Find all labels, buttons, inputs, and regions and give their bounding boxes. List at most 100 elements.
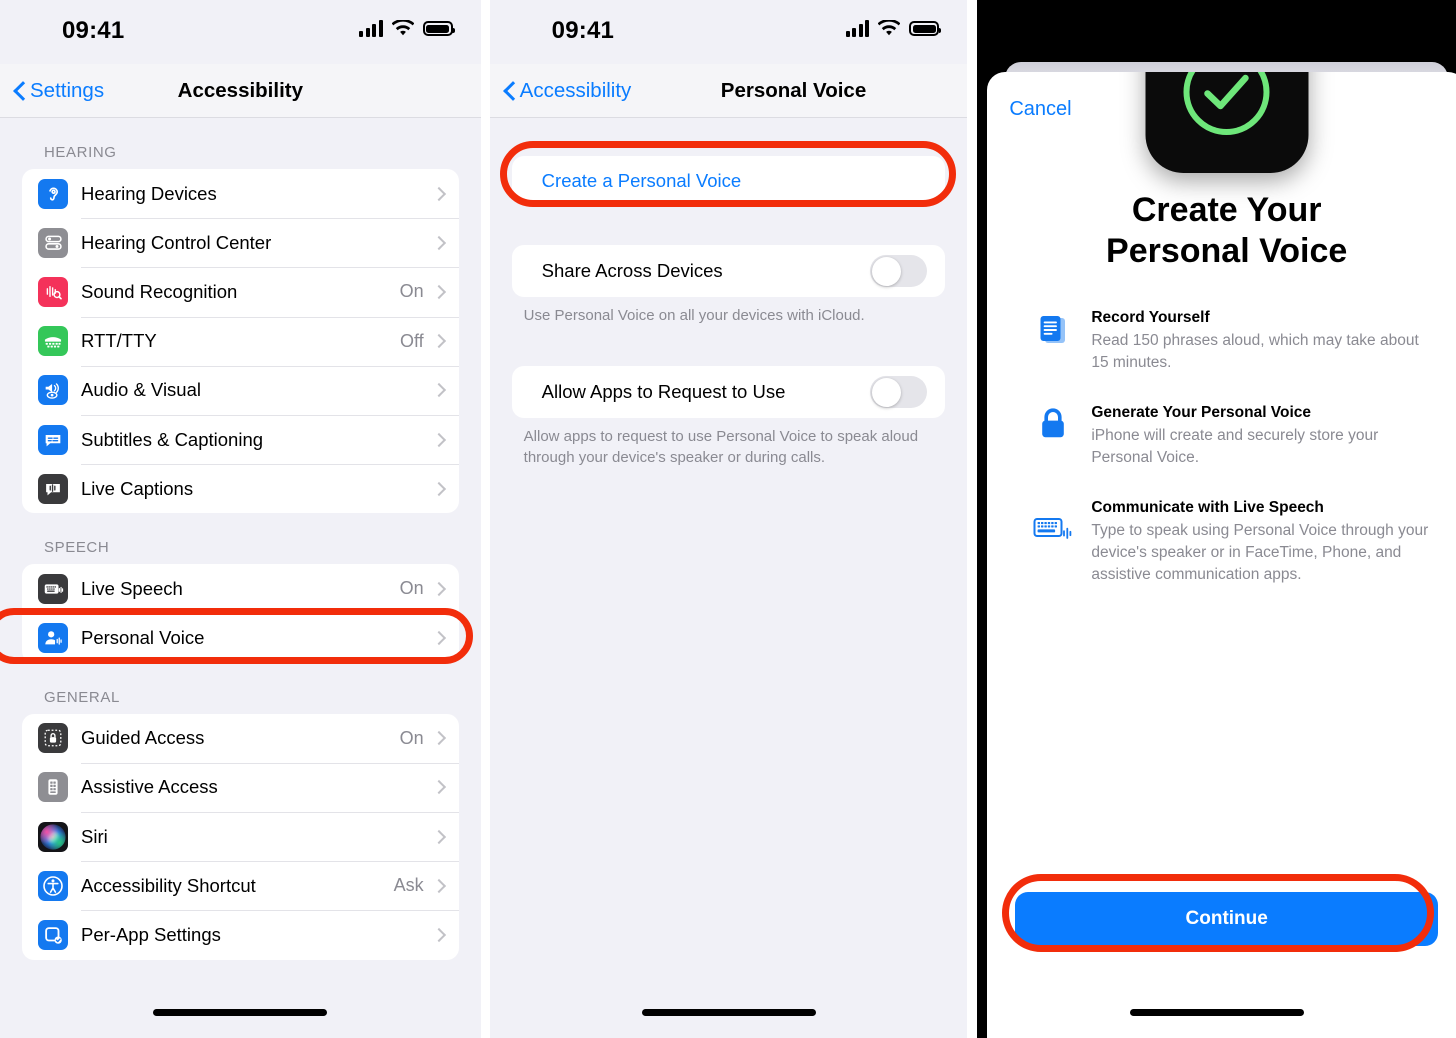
three-panel-screenshot: 09:41 Settings Accessibility HEARING Hea…	[0, 0, 1456, 1038]
allow-apps-request-row[interactable]: Allow Apps to Request to Use	[511, 366, 946, 419]
feature-text: Generate Your Personal Voice iPhone will…	[1091, 404, 1436, 469]
settings-list: HEARING Hearing Devices Hearing Control …	[0, 118, 481, 960]
feature-desc: Read 150 phrases aloud, which may take a…	[1091, 331, 1419, 371]
chevron-right-icon	[434, 630, 443, 646]
panel-accessibility: 09:41 Settings Accessibility HEARING Hea…	[0, 0, 481, 1038]
section-header-speech: SPEECH	[44, 539, 110, 557]
tty-phone-icon	[38, 326, 68, 357]
feature-title: Generate Your Personal Voice	[1091, 403, 1312, 421]
row-label: Audio & Visual	[81, 379, 201, 401]
wifi-icon	[391, 18, 415, 37]
row-label: Per-App Settings	[81, 924, 221, 946]
row-live-captions[interactable]: Live Captions	[22, 464, 459, 513]
chevron-right-icon	[434, 927, 443, 943]
feature-text: Communicate with Live Speech Type to spe…	[1091, 499, 1436, 586]
row-label: Assistive Access	[81, 776, 218, 798]
chevron-right-icon	[434, 186, 443, 202]
row-siri[interactable]: Siri	[22, 812, 459, 861]
row-label: Guided Access	[81, 727, 205, 749]
chevron-right-icon	[434, 432, 443, 448]
row-per-app-settings[interactable]: Per-App Settings	[22, 910, 459, 959]
feature-title: Communicate with Live Speech	[1091, 498, 1324, 516]
wifi-icon	[877, 18, 901, 37]
padlock-icon	[1033, 404, 1073, 440]
allow-apps-request-toggle[interactable]	[870, 376, 928, 409]
row-hearing-devices[interactable]: Hearing Devices	[22, 169, 459, 218]
chevron-right-icon	[434, 878, 443, 894]
chevron-right-icon	[434, 829, 443, 845]
ear-icon	[38, 178, 68, 209]
row-label: Sound Recognition	[81, 280, 238, 302]
speaker-eye-icon	[38, 375, 68, 406]
cellular-signal-icon	[845, 20, 870, 37]
row-value: Ask	[393, 875, 424, 896]
feature-desc: iPhone will create and securely store yo…	[1091, 426, 1379, 466]
status-bar-time: 09:41	[62, 17, 125, 44]
row-value: On	[399, 578, 424, 599]
allow-apps-request-footnote: Allow apps to request to use Personal Vo…	[523, 428, 919, 466]
create-personal-voice-button[interactable]: Create a Personal Voice	[511, 156, 946, 205]
home-indicator	[1129, 1009, 1304, 1016]
feature-desc: Type to speak using Personal Voice throu…	[1091, 521, 1429, 583]
chevron-right-icon	[434, 284, 443, 300]
settings-group-speech: Live Speech On Personal Voice	[22, 564, 459, 663]
home-indicator	[641, 1009, 816, 1016]
chevron-right-icon	[434, 333, 443, 349]
row-label: Live Captions	[81, 477, 194, 499]
modal-sheet: Cancel Create Your Personal Voice Record…	[987, 72, 1456, 1038]
share-across-devices-row[interactable]: Share Across Devices	[511, 245, 946, 297]
personal-voice-settings: Create a Personal Voice Share Across Dev…	[490, 118, 968, 468]
siri-orb-icon	[38, 821, 68, 852]
continue-button[interactable]: Continue	[1015, 892, 1439, 946]
row-value: On	[399, 281, 424, 302]
chevron-right-icon	[434, 481, 443, 497]
row-hearing-control-center[interactable]: Hearing Control Center	[22, 218, 459, 267]
accessibility-icon	[38, 870, 68, 901]
settings-group-hearing: Hearing Devices Hearing Control Center S…	[22, 169, 459, 514]
lock-dashed-icon	[38, 723, 68, 754]
sheet-title-line-1: Create Your	[1131, 191, 1322, 229]
caption-bubble-icon	[38, 424, 68, 455]
row-personal-voice[interactable]: Personal Voice	[22, 613, 459, 663]
row-live-speech[interactable]: Live Speech On	[22, 564, 459, 613]
toggle-knob	[871, 256, 901, 286]
grid-device-icon	[38, 772, 68, 803]
row-rtt-tty[interactable]: RTT/TTY Off	[22, 316, 459, 366]
row-assistive-access[interactable]: Assistive Access	[22, 762, 459, 812]
row-value: Off	[399, 330, 424, 351]
keyboard-speech-icon	[38, 573, 68, 604]
row-audio-visual[interactable]: Audio & Visual	[22, 365, 459, 415]
panel-personal-voice: 09:41 Accessibility Personal Voice Creat…	[489, 0, 968, 1038]
row-guided-access[interactable]: Guided Access On	[22, 714, 459, 763]
chevron-right-icon	[434, 382, 443, 398]
row-label: RTT/TTY	[81, 330, 157, 352]
toggle-label: Allow Apps to Request to Use	[541, 381, 786, 403]
status-bar-indicators	[359, 18, 455, 37]
toggle-knob	[871, 377, 901, 407]
share-across-devices-toggle[interactable]	[870, 255, 928, 287]
section-header-general: GENERAL	[44, 688, 120, 706]
status-bar-indicators	[845, 18, 942, 37]
page-title: Personal Voice	[720, 78, 867, 102]
cellular-signal-icon	[359, 20, 383, 37]
sheet-title-line-2: Personal Voice	[1106, 232, 1348, 271]
keyboard-waveform-icon	[1033, 499, 1073, 543]
row-sound-recognition[interactable]: Sound Recognition On	[22, 267, 459, 316]
row-label: Accessibility Shortcut	[81, 874, 256, 896]
nav-bar: Settings Accessibility	[0, 64, 481, 118]
row-accessibility-shortcut[interactable]: Accessibility Shortcut Ask	[22, 861, 459, 910]
feature-generate-personal-voice: Generate Your Personal Voice iPhone will…	[1033, 404, 1436, 469]
battery-icon	[909, 21, 942, 36]
status-bar-time: 09:41	[551, 17, 615, 44]
chevron-right-icon	[434, 730, 443, 746]
row-label: Hearing Devices	[81, 182, 217, 204]
chevron-right-icon	[434, 779, 443, 795]
row-subtitles-captioning[interactable]: Subtitles & Captioning	[22, 414, 459, 464]
chevron-right-icon	[434, 235, 443, 251]
battery-icon	[422, 21, 455, 36]
row-label: Subtitles & Captioning	[81, 428, 264, 450]
cancel-button[interactable]: Cancel	[1009, 98, 1071, 121]
row-label: Hearing Control Center	[81, 231, 272, 253]
panel-divider-1	[480, 0, 490, 1038]
sliders-icon	[38, 227, 68, 258]
